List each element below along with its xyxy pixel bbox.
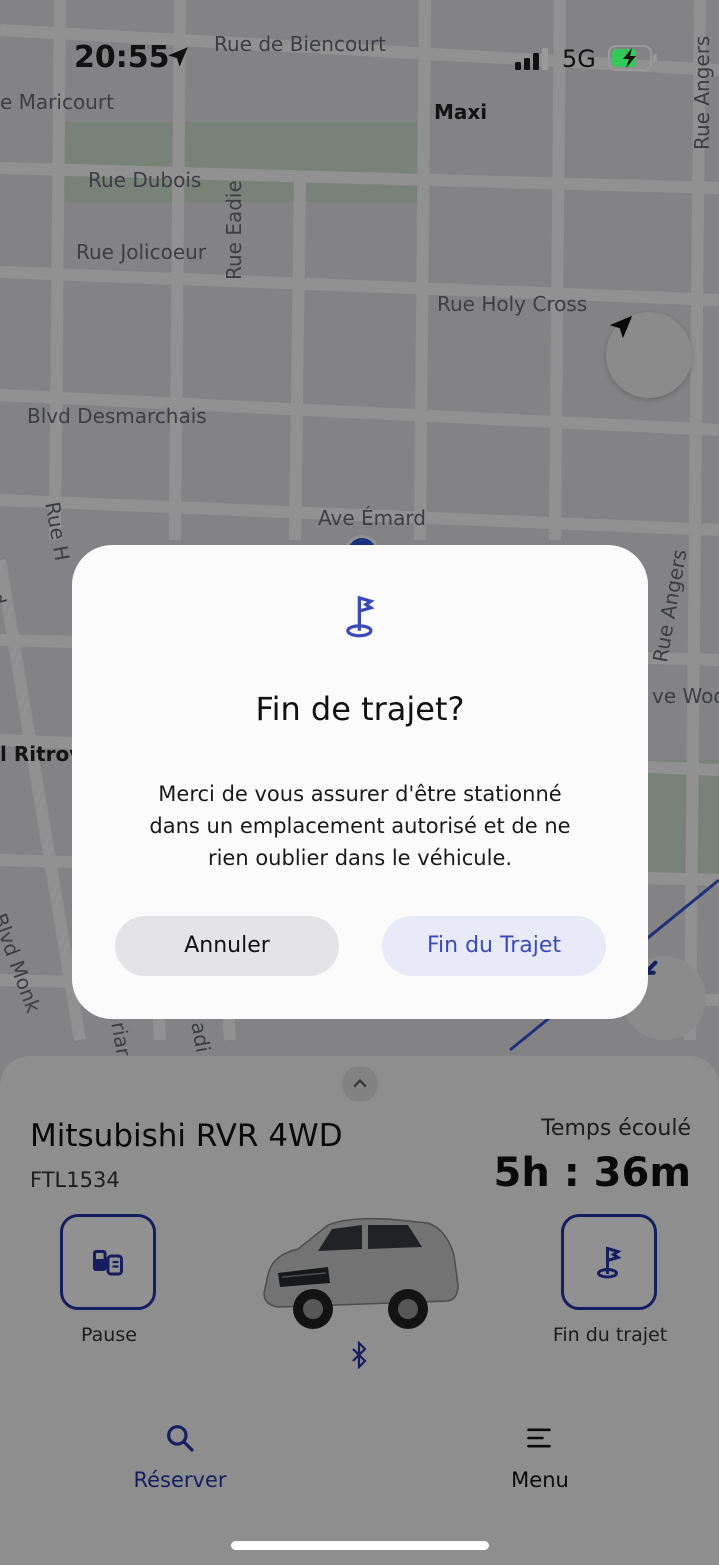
dialog-message: Merci de vous assurer d'être stationné d… (72, 778, 648, 874)
status-time: 20:55 (74, 40, 170, 75)
status-bar: 20:55 5G (0, 0, 719, 110)
battery-charging-icon (608, 45, 657, 71)
dialog-message-line: dans un emplacement autorisé et de ne (149, 814, 571, 838)
end-trip-dialog: Fin de trajet? Merci de vous assurer d'ê… (72, 545, 648, 1019)
dialog-title: Fin de trajet? (255, 690, 465, 728)
confirm-end-trip-button[interactable]: Fin du Trajet (382, 916, 606, 976)
location-services-icon (168, 47, 188, 67)
home-indicator[interactable] (231, 1541, 489, 1550)
signal-bars-icon (515, 48, 548, 70)
dialog-message-line: Merci de vous assurer d'être stationné (158, 782, 562, 806)
dialog-message-line: rien oublier dans le véhicule. (207, 846, 513, 870)
flag-golf-icon (346, 595, 375, 638)
cancel-button[interactable]: Annuler (115, 916, 339, 976)
network-type: 5G (562, 45, 596, 73)
